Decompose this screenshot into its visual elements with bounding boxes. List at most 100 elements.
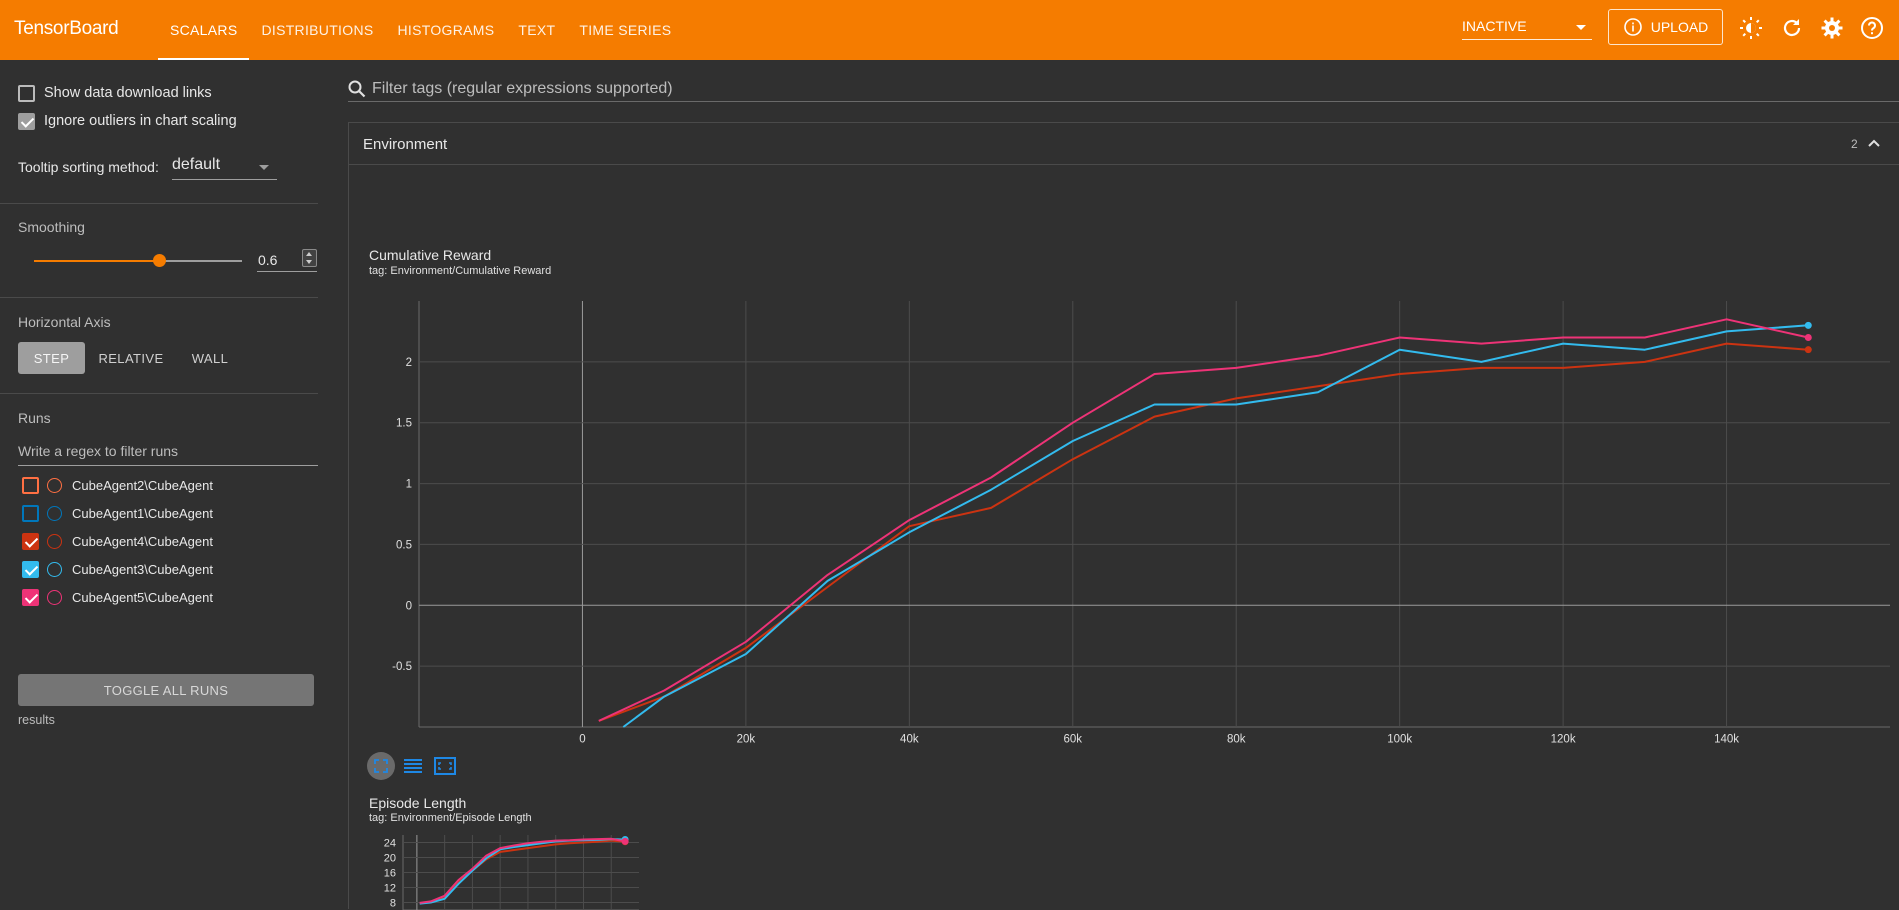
smoothing-slider[interactable] [34, 254, 242, 267]
tooltip-sorting-label: Tooltip sorting method: [18, 159, 159, 175]
x-tick-label: 140k [1714, 734, 1739, 746]
episode-length-chart[interactable]: 020k40k60k80k100k120k140k812162024 [369, 829, 669, 910]
help-icon[interactable] [1860, 16, 1884, 40]
chart-tag: tag: Environment/Cumulative Reward [369, 265, 552, 277]
y-tick-label: 12 [384, 882, 396, 894]
tab-histograms[interactable]: HISTOGRAMS [386, 0, 507, 60]
dashboard-tabs: SCALARS DISTRIBUTIONS HISTOGRAMS TEXT TI… [158, 0, 683, 60]
run-item[interactable]: CubeAgent5\CubeAgent [0, 584, 318, 612]
number-spinner-icon[interactable] [302, 249, 317, 267]
run-color-swatch-icon[interactable] [47, 590, 62, 605]
y-tick-label: 8 [390, 897, 396, 909]
run-checkbox[interactable] [22, 533, 39, 550]
run-checkbox[interactable] [22, 505, 39, 522]
x-tick-label: 20k [737, 734, 756, 746]
y-tick-label: 0.5 [396, 539, 412, 551]
x-tick-label: 100k [1387, 734, 1412, 746]
run-item[interactable]: CubeAgent1\CubeAgent [0, 500, 318, 528]
show-download-links-label[interactable]: Show data download links [44, 85, 212, 101]
y-tick-label: 16 [384, 867, 396, 879]
run-label: CubeAgent2\CubeAgent [72, 478, 213, 493]
run-color-swatch-icon[interactable] [47, 534, 62, 549]
tooltip-sorting-value: default [172, 156, 221, 173]
series-line [419, 839, 626, 905]
app-title: TensorBoard [14, 18, 119, 39]
smoothing-value: 0.6 [258, 252, 278, 268]
series-end-point [621, 837, 629, 845]
divider [0, 393, 318, 394]
tooltip-sorting-select[interactable]: default [172, 156, 277, 180]
series-end-point [1804, 334, 1812, 342]
main-panel: Filter tags (regular expressions support… [318, 60, 1899, 910]
ignore-outliers-checkbox[interactable] [18, 113, 35, 130]
upload-button[interactable]: UPLOAD [1608, 9, 1723, 45]
brightness-icon[interactable] [1739, 16, 1763, 40]
y-tick-label: 1.5 [396, 418, 412, 430]
axis-step-button[interactable]: STEP [18, 342, 85, 374]
chart-title: Episode Length [369, 795, 467, 811]
run-item[interactable]: CubeAgent3\CubeAgent [0, 556, 318, 584]
x-tick-label: 80k [1227, 734, 1246, 746]
settings-gear-icon[interactable] [1820, 16, 1844, 40]
fit-domain-icon[interactable] [431, 752, 459, 780]
toggle-y-axis-log-icon[interactable] [399, 752, 427, 780]
x-tick-label: 0 [579, 734, 585, 746]
run-label: CubeAgent5\CubeAgent [72, 590, 213, 605]
tag-group-header[interactable]: Environment 2 [349, 123, 1899, 165]
x-tick-label: 120k [1551, 734, 1576, 746]
tab-text[interactable]: TEXT [506, 0, 567, 60]
tab-scalars[interactable]: SCALARS [158, 0, 250, 60]
run-label: CubeAgent4\CubeAgent [72, 534, 213, 549]
series-line [598, 342, 1809, 722]
tab-time-series[interactable]: TIME SERIES [567, 0, 683, 60]
chevron-down-icon [1576, 25, 1586, 30]
chart-tag: tag: Environment/Episode Length [369, 812, 532, 824]
top-app-bar: TensorBoard SCALARS DISTRIBUTIONS HISTOG… [0, 0, 1899, 60]
run-item[interactable]: CubeAgent4\CubeAgent [0, 528, 318, 556]
smoothing-slider-fill [34, 260, 159, 262]
x-tick-label: 40k [900, 734, 919, 746]
tag-group-title: Environment [363, 136, 448, 153]
run-color-swatch-icon[interactable] [47, 478, 62, 493]
inactive-dashboards-select[interactable]: INACTIVE [1462, 14, 1592, 40]
run-label: CubeAgent1\CubeAgent [72, 506, 213, 521]
tag-group-count: 2 [1851, 137, 1858, 151]
axis-relative-button[interactable]: RELATIVE [94, 342, 168, 374]
tab-distributions[interactable]: DISTRIBUTIONS [249, 0, 385, 60]
series-line [622, 324, 1809, 728]
cumulative-reward-chart[interactable]: 0 20k 40k 60k 80k 100k 120k 140k -0.5 0 0.5 1 1.5 2 [369, 281, 1899, 751]
horizontal-axis-title: Horizontal Axis [18, 314, 111, 330]
y-tick-label: 0 [406, 600, 412, 612]
tag-filter-input[interactable]: Filter tags (regular expressions support… [348, 76, 1899, 102]
chart-title: Cumulative Reward [369, 247, 492, 263]
x-tick-label: 60k [1064, 734, 1083, 746]
run-checkbox[interactable] [22, 589, 39, 606]
sidebar: Show data download links Ignore outliers… [0, 60, 318, 909]
refresh-icon[interactable] [1780, 16, 1804, 40]
run-color-swatch-icon[interactable] [47, 562, 62, 577]
y-tick-label: 20 [384, 852, 396, 864]
show-download-links-checkbox[interactable] [18, 85, 35, 102]
y-tick-label: 24 [384, 837, 396, 849]
ignore-outliers-label[interactable]: Ignore outliers in chart scaling [44, 113, 237, 129]
smoothing-input[interactable]: 0.6 [257, 248, 317, 272]
tag-group-card: Environment 2 Cumulative Reward tag: Env… [348, 122, 1899, 910]
chevron-down-icon [259, 165, 269, 170]
series-end-point [1804, 321, 1812, 329]
chevron-up-icon[interactable] [1868, 138, 1880, 148]
runs-title: Runs [18, 410, 51, 426]
smoothing-title: Smoothing [18, 219, 85, 235]
run-item[interactable]: CubeAgent2\CubeAgent [0, 472, 318, 500]
fullscreen-icon[interactable] [367, 752, 395, 780]
smoothing-slider-thumb[interactable] [152, 254, 166, 267]
run-checkbox[interactable] [22, 561, 39, 578]
inactive-select-label: INACTIVE [1462, 18, 1527, 34]
axis-wall-button[interactable]: WALL [180, 342, 240, 374]
y-tick-label: -0.5 [392, 661, 412, 673]
runs-footer: results [18, 713, 55, 727]
runs-filter-input[interactable]: Write a regex to filter runs [18, 440, 318, 466]
series-line [598, 318, 1809, 722]
toggle-all-runs-button[interactable]: TOGGLE ALL RUNS [18, 674, 314, 706]
run-checkbox[interactable] [22, 477, 39, 494]
run-color-swatch-icon[interactable] [47, 506, 62, 521]
